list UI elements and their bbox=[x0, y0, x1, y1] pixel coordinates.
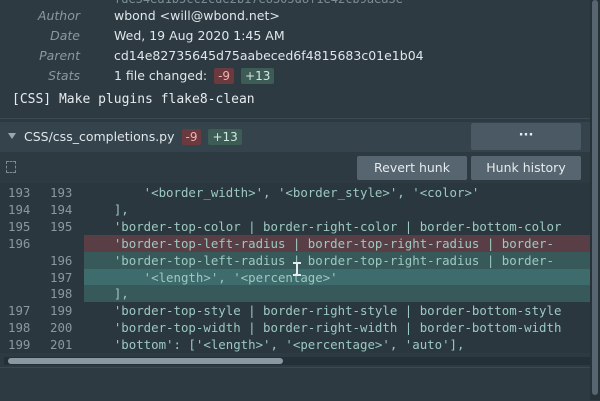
old-line-number: 194 bbox=[8, 201, 31, 217]
meta-value: wbond <will@wbond.net> bbox=[114, 8, 280, 23]
old-line-number: 198 bbox=[8, 320, 31, 336]
diff-line: 198 200 'border-top-width | border-right-… bbox=[0, 319, 590, 336]
line-highlight bbox=[84, 285, 590, 303]
diff-line: 196 'border-top-left-radius | border-top… bbox=[0, 251, 590, 269]
diff-view[interactable]: 193 193 '<border_width>', '<border_style>… bbox=[0, 183, 590, 353]
new-line-number: 198 bbox=[50, 286, 73, 302]
diff-line: 198 ], bbox=[0, 285, 590, 303]
meta-row-parent: Parent cd14e82735645d75aabeced6f4815683c… bbox=[0, 46, 590, 66]
file-deletions-badge: -9 bbox=[181, 129, 202, 145]
parent-hash-link[interactable]: cd14e82735645d75aabeced6f4815683c01e1b04 bbox=[114, 48, 424, 63]
file-name: CSS/css_completions.py -9 +13 bbox=[24, 129, 242, 145]
vertical-scrollbar[interactable] bbox=[590, 0, 600, 400]
scrollbar-thumb[interactable] bbox=[592, 0, 598, 395]
new-line-number: 200 bbox=[50, 320, 73, 336]
old-line-number: 199 bbox=[8, 337, 31, 353]
hunk-toolbar: Revert hunk Hunk history bbox=[0, 154, 590, 182]
diff-line: 197 '<length>', '<percentage>' bbox=[0, 268, 590, 286]
code-text: 'border-top-width | border-right-width |… bbox=[84, 320, 562, 336]
new-line-number: 197 bbox=[50, 269, 73, 285]
file-header[interactable]: CSS/css_completions.py -9 +13 ··· bbox=[0, 122, 590, 152]
code-text: 'border-top-color | border-right-color |… bbox=[84, 218, 562, 234]
horizontal-scrollbar[interactable] bbox=[4, 357, 590, 365]
file-path: CSS/css_completions.py bbox=[24, 129, 175, 144]
diff-line: 193 193 '<border_width>', '<border_style>… bbox=[0, 184, 590, 201]
code-text: 'border-top-left-radius | border-top-rig… bbox=[84, 235, 554, 251]
code-text: '<border_width>', '<border_style>', '<co… bbox=[84, 185, 480, 200]
meta-key: Author bbox=[37, 8, 80, 23]
chevron-down-icon[interactable] bbox=[8, 133, 16, 139]
hunk-history-button[interactable]: Hunk history bbox=[471, 156, 581, 180]
new-line-number: 196 bbox=[50, 252, 73, 268]
code-text: 'bottom': ['<length>', '<percentage>', '… bbox=[84, 337, 465, 353]
divider bbox=[0, 118, 590, 119]
stats-summary: 1 file changed: bbox=[114, 68, 208, 83]
old-line-number: 193 bbox=[8, 185, 31, 200]
revert-hunk-button[interactable]: Revert hunk bbox=[357, 156, 467, 180]
meta-row-stats: Stats 1 file changed: -9 +13 bbox=[0, 66, 590, 86]
meta-key: Stats bbox=[48, 68, 80, 83]
commit-metadata: Author wbond <will@wbond.net> Date Wed, … bbox=[0, 6, 590, 86]
meta-value: 1 file changed: -9 +13 bbox=[114, 68, 275, 84]
hunk-select-icon[interactable] bbox=[6, 161, 16, 173]
old-line-number: 196 bbox=[8, 235, 31, 251]
old-line-number: 195 bbox=[8, 218, 31, 234]
meta-key: Parent bbox=[39, 48, 80, 63]
deletions-badge: -9 bbox=[214, 68, 235, 84]
diff-line: 195 195 'border-top-color | border-right-… bbox=[0, 218, 590, 235]
additions-badge: +13 bbox=[241, 68, 275, 84]
code-text: '<length>', '<percentage>' bbox=[84, 269, 338, 285]
old-line-number: 197 bbox=[8, 303, 31, 319]
new-line-number: 193 bbox=[50, 185, 73, 200]
new-line-number: 195 bbox=[50, 218, 73, 234]
meta-key: Date bbox=[50, 28, 80, 43]
new-line-number: 194 bbox=[50, 201, 73, 217]
new-line-number: 201 bbox=[50, 337, 73, 353]
new-line-number: 199 bbox=[50, 303, 73, 319]
commit-message: [CSS] Make plugins flake8-clean bbox=[12, 92, 255, 107]
file-additions-badge: +13 bbox=[208, 129, 242, 145]
diff-line: 199 201 'bottom': ['<length>', '<percenta… bbox=[0, 336, 590, 353]
code-text: 'border-top-style | border-right-style |… bbox=[84, 303, 562, 319]
meta-row-author: Author wbond <will@wbond.net> bbox=[0, 6, 590, 26]
more-options-button[interactable]: ··· bbox=[471, 123, 581, 150]
code-text: ], bbox=[84, 286, 129, 302]
meta-value: Wed, 19 Aug 2020 1:45 AM bbox=[114, 28, 285, 43]
scrollbar-thumb[interactable] bbox=[8, 358, 283, 364]
diff-line: 196 'border-top-left-radius | border-top… bbox=[0, 234, 590, 252]
meta-row-date: Date Wed, 19 Aug 2020 1:45 AM bbox=[0, 26, 590, 46]
bottom-panel bbox=[0, 367, 590, 401]
diff-line: 194 194 ], bbox=[0, 201, 590, 218]
diff-line: 197 199 'border-top-style | border-right-… bbox=[0, 302, 590, 319]
text-cursor-icon bbox=[293, 262, 301, 276]
code-text: 'border-top-left-radius | border-top-rig… bbox=[84, 252, 554, 268]
code-text: ], bbox=[84, 201, 129, 217]
